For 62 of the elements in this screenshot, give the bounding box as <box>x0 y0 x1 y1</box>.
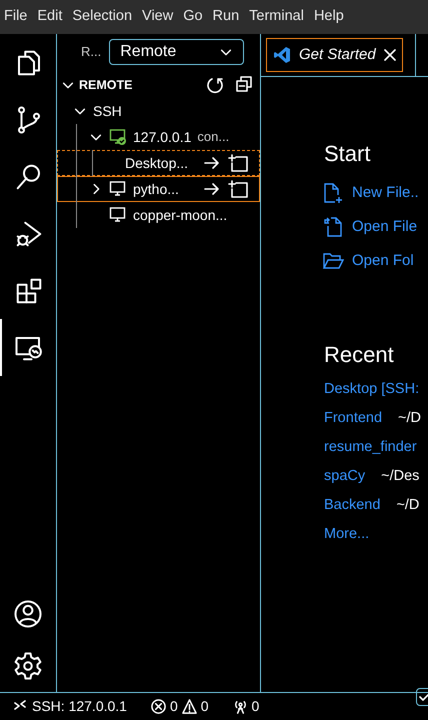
monitor-icon <box>109 180 127 198</box>
error-icon <box>150 699 166 714</box>
recent-link[interactable]: Backend <box>324 494 380 516</box>
start-link[interactable]: New File.. <box>352 182 419 204</box>
problems-status[interactable]: 0 0 <box>150 696 209 717</box>
menu-item[interactable]: Edit <box>37 6 62 28</box>
tree-item[interactable]: Desktop... <box>57 150 260 176</box>
remote-status[interactable]: SSH: 127.0.0.1 <box>14 696 127 717</box>
section-header[interactable]: REMOTE <box>57 72 260 98</box>
editor-tab[interactable]: Get Started <box>266 38 403 72</box>
run-debug-icon <box>14 218 44 248</box>
monitor-icon <box>109 206 127 224</box>
menu-item[interactable]: View <box>142 6 174 28</box>
close-icon[interactable] <box>384 49 396 61</box>
start-heading: Start <box>324 140 372 168</box>
tree-item[interactable]: pytho... <box>57 176 260 202</box>
tree-item-label: SSH <box>93 102 122 120</box>
menu-item[interactable]: Help <box>314 6 344 28</box>
view-label: R... <box>81 43 102 62</box>
menu-item[interactable]: Terminal <box>249 6 304 28</box>
account-icon <box>13 599 43 629</box>
warning-icon <box>182 699 197 714</box>
tree-item[interactable]: SSH <box>57 98 260 124</box>
recent-heading: Recent <box>324 341 395 369</box>
recent-link[interactable]: resume_finder <box>324 436 417 458</box>
menu-item[interactable]: Run <box>212 6 240 28</box>
tree-item[interactable]: copper-moon... <box>57 202 260 228</box>
tree-item-label: copper-moon... <box>133 206 228 225</box>
menu-item[interactable]: File <box>4 6 28 28</box>
recent-link[interactable]: spaCy <box>324 466 366 488</box>
tab-label: Get Started <box>299 44 376 65</box>
menu-item[interactable]: Selection <box>72 6 132 28</box>
check-icon <box>419 691 428 703</box>
tree-item-label: 127.0.0.1 <box>133 128 192 146</box>
refresh-icon[interactable] <box>206 76 224 94</box>
new-window-icon[interactable] <box>228 154 248 172</box>
recent-path: ~/Des <box>381 466 420 486</box>
recent-link[interactable]: Desktop [SSH: <box>324 378 420 400</box>
arrow-right-icon[interactable] <box>204 156 220 170</box>
ports-status[interactable]: 0 <box>232 696 260 717</box>
collapse-all-icon[interactable] <box>236 76 252 92</box>
recent-link[interactable]: Frontend <box>324 408 382 430</box>
open-file-icon <box>322 216 344 238</box>
remote-dropdown[interactable]: Remote <box>109 39 244 65</box>
monitor-check-icon <box>109 128 127 146</box>
menu-item[interactable]: Go <box>183 6 203 28</box>
tree-item-description: con... <box>197 128 230 146</box>
tree-item-label: pytho... <box>133 180 179 199</box>
new-file-icon <box>322 182 344 204</box>
editor-logo-icon <box>273 46 291 64</box>
settings-icon <box>13 651 43 681</box>
new-window-icon[interactable] <box>228 180 248 198</box>
arrow-right-icon[interactable] <box>204 182 220 196</box>
section-title: REMOTE <box>79 76 132 94</box>
recent-path: ~/D <box>396 496 420 515</box>
start-link[interactable]: Open Fol <box>352 250 414 272</box>
antenna-icon <box>232 699 248 714</box>
more-link[interactable]: More... <box>324 524 370 546</box>
tree-item-label: Desktop... <box>125 154 188 173</box>
tree-item[interactable]: 127.0.0.1 con... <box>57 124 260 150</box>
recent-path: ~/D <box>398 408 422 428</box>
start-link[interactable]: Open File <box>352 216 418 238</box>
